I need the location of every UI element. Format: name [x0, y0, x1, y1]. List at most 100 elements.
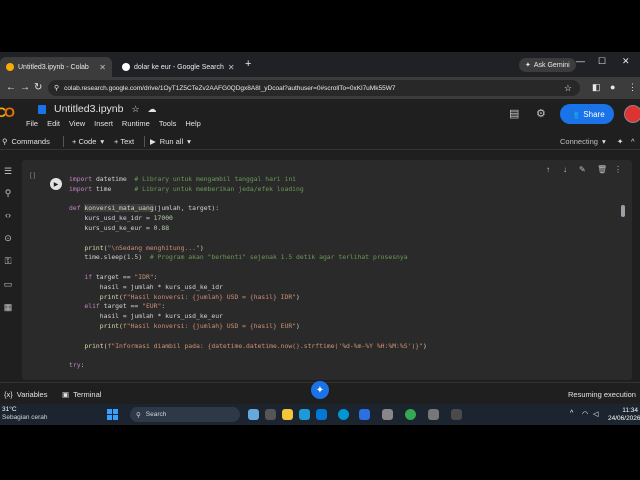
terminal-button[interactable]: ▣ Terminal	[62, 390, 101, 399]
variables-button[interactable]: {x} Variables	[4, 390, 47, 399]
close-window-icon[interactable]: ✕	[622, 56, 630, 67]
code-line[interactable]	[69, 263, 427, 273]
search-icon[interactable]: ⚲	[2, 188, 14, 198]
hp-icon[interactable]	[338, 409, 349, 420]
collapse-icon[interactable]: ^	[631, 137, 635, 146]
close-icon[interactable]: ✕	[99, 63, 106, 72]
camera-icon[interactable]	[382, 409, 393, 420]
people-icon: 👥	[569, 109, 580, 119]
gemini-sparkle-icon[interactable]: ✦	[617, 137, 623, 146]
add-text-label: + Text	[114, 137, 135, 146]
menu-view[interactable]: View	[69, 119, 85, 128]
code-line[interactable]: def konversi_mata_uang(jumlah, target):	[69, 204, 427, 214]
code-line[interactable]	[69, 195, 427, 205]
windows-start-icon[interactable]	[107, 409, 118, 420]
task-view-icon[interactable]	[265, 409, 276, 420]
add-code-button[interactable]: + Code ▾	[72, 137, 104, 146]
close-icon[interactable]: ✕	[228, 63, 235, 72]
connect-button[interactable]: Connecting ▾	[560, 137, 606, 146]
add-text-button[interactable]: + Text	[114, 137, 134, 146]
minimize-icon[interactable]: —	[576, 56, 585, 66]
store-icon[interactable]	[316, 409, 327, 420]
cell-execution-count: [ ]	[30, 173, 36, 179]
code-line[interactable]: hasil = jumlah * kurs_usd_ke_idr	[69, 283, 427, 293]
code-line[interactable]: try:	[69, 361, 427, 371]
move-up-icon[interactable]: ↑	[546, 165, 550, 174]
wifi-icon[interactable]: ◠	[582, 410, 588, 418]
weather-desc: Sebagian cerah	[2, 414, 48, 421]
edit-icon[interactable]: ✎	[579, 165, 586, 174]
run-cell-button[interactable]: ▶	[50, 178, 62, 190]
move-down-icon[interactable]: ↓	[563, 165, 567, 174]
folder-icon[interactable]: ▭	[2, 279, 14, 289]
bookmark-star-icon[interactable]: ☆	[564, 83, 572, 94]
app-icon[interactable]	[451, 409, 462, 420]
comment-icon[interactable]: ▤	[509, 107, 519, 120]
chrome-icon[interactable]	[405, 409, 416, 420]
table-icon[interactable]: ▦	[2, 302, 14, 312]
taskbar-search[interactable]: ⚲ Search	[130, 407, 240, 422]
avatar[interactable]	[624, 105, 640, 123]
code-line[interactable]: print(f"Hasil konversi: {jumlah} USD = {…	[69, 293, 427, 303]
code-line[interactable]	[69, 332, 427, 342]
menu-file[interactable]: File	[26, 119, 38, 128]
tab-google-search[interactable]: dolar ke eur - Google Search ✕	[116, 57, 240, 77]
edge-icon[interactable]	[299, 409, 310, 420]
extension-icon[interactable]: ◧	[592, 82, 601, 93]
code-editor[interactable]: import datetime # Library untuk mengambi…	[69, 175, 427, 371]
menu-tools[interactable]: Tools	[159, 119, 177, 128]
menu-runtime[interactable]: Runtime	[122, 119, 150, 128]
ask-gemini-button[interactable]: ✦ Ask Gemini	[519, 58, 576, 72]
app-icon[interactable]	[359, 409, 370, 420]
profile-icon[interactable]: ●	[610, 82, 615, 92]
code-line[interactable]: kurs_usd_ke_eur = 0.88	[69, 224, 427, 234]
run-all-button[interactable]: ▶ Run all ▾	[150, 137, 191, 146]
code-line[interactable]: elif target == "EUR":	[69, 302, 427, 312]
code-line[interactable]: print(f"Informasi diambil pada: {datetim…	[69, 342, 426, 352]
scrollbar-thumb[interactable]	[621, 205, 625, 217]
code-line[interactable]	[69, 351, 427, 361]
chevron-up-icon[interactable]: ^	[570, 410, 573, 417]
notebook-title[interactable]: Untitled3.ipynb	[54, 103, 123, 115]
forward-icon[interactable]: →	[20, 82, 30, 93]
commands-button[interactable]: ⚲ Commands	[2, 137, 50, 146]
weather-widget[interactable]: 31°C Sebagian cerah	[2, 406, 48, 422]
site-info-icon[interactable]: ⚲	[54, 84, 59, 92]
new-tab-button[interactable]: +	[245, 58, 251, 70]
copilot-icon[interactable]	[248, 409, 259, 420]
code-line[interactable]: print("\nSedang menghitung...")	[69, 244, 427, 254]
reload-icon[interactable]: ↻	[34, 82, 42, 93]
maximize-icon[interactable]: ☐	[598, 56, 606, 67]
settings-gear-icon[interactable]: ⚙	[536, 107, 546, 120]
secrets-icon[interactable]: ⊙	[2, 233, 14, 243]
url-field[interactable]: ⚲ colab.research.google.com/drive/1OyT1Z…	[48, 80, 580, 96]
code-line[interactable]: kurs_usd_ke_idr = 17000	[69, 214, 427, 224]
code-snippets-icon[interactable]: ‹›	[2, 210, 14, 220]
volume-icon[interactable]: ◁	[593, 410, 598, 418]
colab-logo[interactable]: CO	[0, 104, 15, 120]
code-line[interactable]: print(f"Hasil konversi: {jumlah} USD = {…	[69, 322, 427, 332]
toc-icon[interactable]: ☰	[2, 166, 14, 176]
code-line[interactable]: if target == "IDR":	[69, 273, 427, 283]
menu-help[interactable]: Help	[185, 119, 200, 128]
gemini-fab[interactable]: ✦	[311, 381, 329, 399]
menu-insert[interactable]: Insert	[94, 119, 113, 128]
key-icon[interactable]: ⚿	[2, 256, 14, 266]
browser-menu-icon[interactable]: ⋮	[628, 82, 637, 93]
tab-colab[interactable]: Untitled3.ipynb - Colab ✕	[0, 57, 112, 77]
star-icon[interactable]: ☆	[131, 104, 139, 115]
back-icon[interactable]: ←	[6, 82, 16, 93]
code-line[interactable]: time.sleep(1.5) # Program akan "berhenti…	[69, 253, 427, 263]
settings-gear-icon[interactable]	[428, 409, 439, 420]
code-line[interactable]: import datetime # Library untuk mengambi…	[69, 175, 427, 185]
left-sidebar: ☰ ⚲ ‹› ⊙ ⚿ ▭ ▦	[0, 150, 18, 382]
code-line[interactable]: hasil = jumlah * kurs_usd_ke_eur	[69, 312, 427, 322]
share-button[interactable]: 👥 Share	[560, 104, 614, 124]
clock[interactable]: 11:34 24/06/2026	[608, 407, 640, 423]
file-explorer-icon[interactable]	[282, 409, 293, 420]
menu-edit[interactable]: Edit	[47, 119, 60, 128]
more-icon[interactable]: ⋮	[614, 165, 622, 174]
code-line[interactable]: import time # Library untuk memberikan j…	[69, 185, 427, 195]
code-line[interactable]	[69, 234, 427, 244]
delete-icon[interactable]: 🗑	[597, 165, 607, 174]
